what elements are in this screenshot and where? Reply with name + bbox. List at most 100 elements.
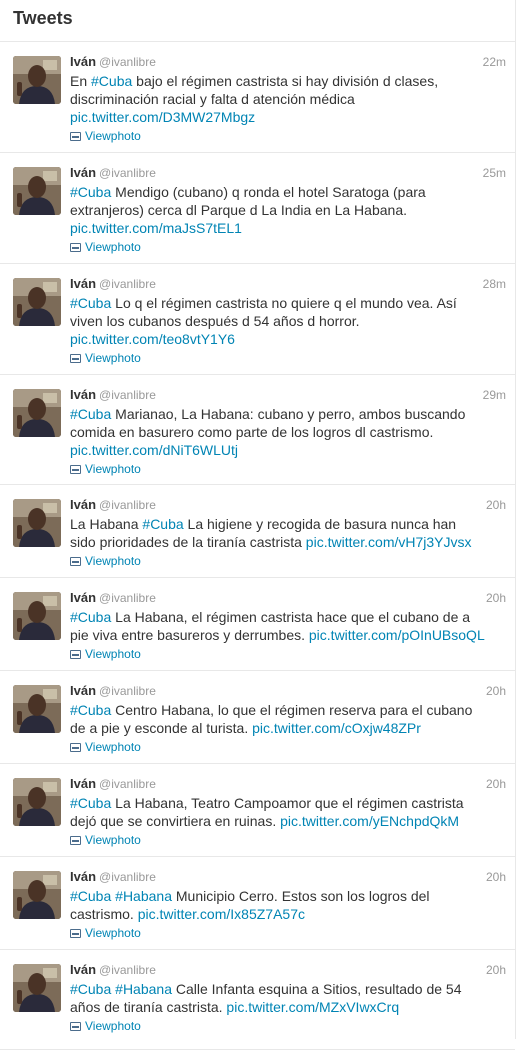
avatar[interactable] xyxy=(13,389,61,437)
view-photo-link[interactable]: Viewphoto xyxy=(70,553,505,569)
hashtag-link[interactable]: #Cuba xyxy=(70,184,111,200)
pic-link[interactable]: pic.twitter.com/vH7j3YJvsx xyxy=(306,534,472,550)
pic-link[interactable]: pic.twitter.com/cOxjw48ZPr xyxy=(252,720,421,736)
tweet-timestamp[interactable]: 22m xyxy=(483,54,506,70)
pic-link[interactable]: pic.twitter.com/dNiT6WLUtj xyxy=(70,442,238,458)
pic-link[interactable]: pic.twitter.com/Ix85Z7A57c xyxy=(138,906,305,922)
avatar[interactable] xyxy=(13,592,61,640)
tweet-timestamp[interactable]: 29m xyxy=(483,387,506,403)
avatar[interactable] xyxy=(13,871,61,919)
hashtag-link[interactable]: #Cuba xyxy=(70,888,111,904)
tweet-text-line: discriminación racial y falta d atención… xyxy=(70,90,505,108)
pic-link[interactable]: pic.twitter.com/teo8vtY1Y6 xyxy=(70,331,235,347)
hashtag-link[interactable]: #Cuba xyxy=(91,73,132,89)
pic-link[interactable]: pic.twitter.com/D3MW27Mbgz xyxy=(70,109,255,125)
avatar[interactable] xyxy=(13,167,61,215)
tweet-text: #Cuba Marianao, La Habana: cubano y perr… xyxy=(70,405,505,459)
author-name[interactable]: Iván xyxy=(70,497,96,512)
pic-link[interactable]: pic.twitter.com/pOInUBsoQL xyxy=(309,627,485,643)
hashtag-link[interactable]: #Cuba xyxy=(70,406,111,422)
tweet-text-segment: extranjeros) cerca dl Parque d La India … xyxy=(70,202,407,218)
tweet-timestamp[interactable]: 20h xyxy=(486,962,506,978)
tweet-text: En #Cuba bajo el régimen castrista si ha… xyxy=(70,72,505,126)
author-handle[interactable]: @ivanlibre xyxy=(99,777,156,791)
tweet-text: #Cuba La Habana, Teatro Campoamor que el… xyxy=(70,794,505,830)
view-photo-link[interactable]: Viewphoto xyxy=(70,1018,505,1034)
tweet-text-line: #Cuba Centro Habana, lo que el régimen r… xyxy=(70,701,505,719)
tweet-text-segment: castrismo. xyxy=(70,906,138,922)
pic-link[interactable]: pic.twitter.com/yENchpdQkM xyxy=(280,813,459,829)
tweet-text-segment: La Habana, el régimen castrista hace que… xyxy=(111,609,471,625)
photo-icon xyxy=(70,1022,81,1031)
hashtag-link[interactable]: #Cuba xyxy=(142,516,183,532)
hashtag-link[interactable]: #Cuba xyxy=(70,609,111,625)
tweet-meta: Iván @ivanlibre xyxy=(70,497,505,513)
tweet-text-line: #Cuba Lo q el régimen castrista no quier… xyxy=(70,294,505,312)
view-photo-link[interactable]: Viewphoto xyxy=(70,350,505,366)
pic-link[interactable]: pic.twitter.com/MZxVIwxCrq xyxy=(226,999,399,1015)
tweet-text-segment: Lo q el régimen castrista no quiere q el… xyxy=(111,295,457,311)
tweet-text-line: pic.twitter.com/dNiT6WLUtj xyxy=(70,441,505,459)
avatar[interactable] xyxy=(13,964,61,1012)
author-handle[interactable]: @ivanlibre xyxy=(99,963,156,977)
author-handle[interactable]: @ivanlibre xyxy=(99,684,156,698)
hashtag-link[interactable]: #Cuba xyxy=(70,295,111,311)
tweet-meta: Iván @ivanlibre xyxy=(70,54,505,70)
avatar[interactable] xyxy=(13,778,61,826)
tweet-text-segment: Marianao, La Habana: cubano y perro, amb… xyxy=(111,406,466,422)
tweet-list: Iván @ivanlibre 22m En #Cuba bajo el régime… xyxy=(0,42,515,1050)
author-name[interactable]: Iván xyxy=(70,276,96,291)
avatar[interactable] xyxy=(13,278,61,326)
tweet-item: Iván @ivanlibre 20h #Cuba La Habana, Teatro… xyxy=(0,764,515,857)
author-handle[interactable]: @ivanlibre xyxy=(99,277,156,291)
view-photo-label: Viewphoto xyxy=(85,647,141,661)
hashtag-link[interactable]: #Habana xyxy=(115,981,172,997)
tweet-timestamp[interactable]: 20h xyxy=(486,683,506,699)
hashtag-link[interactable]: #Cuba xyxy=(70,795,111,811)
tweet-item: Iván @ivanlibre 29m #Cuba Marianao, La Haba… xyxy=(0,375,515,485)
author-name[interactable]: Iván xyxy=(70,683,96,698)
author-name[interactable]: Iván xyxy=(70,387,96,402)
author-handle[interactable]: @ivanlibre xyxy=(99,591,156,605)
view-photo-label: Viewphoto xyxy=(85,833,141,847)
tweet-text-segment: bajo el régimen castrista si hay divisió… xyxy=(132,73,439,89)
author-name[interactable]: Iván xyxy=(70,165,96,180)
author-name[interactable]: Iván xyxy=(70,54,96,69)
author-handle[interactable]: @ivanlibre xyxy=(99,166,156,180)
avatar[interactable] xyxy=(13,685,61,733)
tweet-item: Iván @ivanlibre 20h #Cuba Centro Habana, lo… xyxy=(0,671,515,764)
view-photo-link[interactable]: Viewphoto xyxy=(70,128,505,144)
tweet-item: Iván @ivanlibre 25m #Cuba Mendigo (cubano) … xyxy=(0,153,515,264)
hashtag-link[interactable]: #Cuba xyxy=(70,702,111,718)
view-photo-link[interactable]: Viewphoto xyxy=(70,239,505,255)
author-name[interactable]: Iván xyxy=(70,962,96,977)
author-name[interactable]: Iván xyxy=(70,776,96,791)
photo-icon xyxy=(70,243,81,252)
pic-link[interactable]: pic.twitter.com/maJsS7tEL1 xyxy=(70,220,242,236)
view-photo-link[interactable]: Viewphoto xyxy=(70,739,505,755)
view-photo-link[interactable]: Viewphoto xyxy=(70,925,505,941)
author-handle[interactable]: @ivanlibre xyxy=(99,870,156,884)
tweet-text-line: #Cuba #Habana Calle Infanta esquina a Si… xyxy=(70,980,505,998)
view-photo-link[interactable]: Viewphoto xyxy=(70,461,505,477)
tweet-text-segment: Calle Infanta esquina a Sitios, resultad… xyxy=(171,981,462,997)
view-photo-link[interactable]: Viewphoto xyxy=(70,832,505,848)
avatar[interactable] xyxy=(13,56,61,104)
author-name[interactable]: Iván xyxy=(70,590,96,605)
tweet-timestamp[interactable]: 20h xyxy=(486,869,506,885)
author-handle[interactable]: @ivanlibre xyxy=(99,55,156,69)
view-photo-link[interactable]: Viewphoto xyxy=(70,646,505,662)
tweet-timestamp[interactable]: 28m xyxy=(483,276,506,292)
author-handle[interactable]: @ivanlibre xyxy=(99,498,156,512)
tweet-timestamp[interactable]: 25m xyxy=(483,165,506,181)
hashtag-link[interactable]: #Cuba xyxy=(70,981,111,997)
tweet-timestamp[interactable]: 20h xyxy=(486,497,506,513)
tweet-timestamp[interactable]: 20h xyxy=(486,776,506,792)
tweet-timestamp[interactable]: 20h xyxy=(486,590,506,606)
tweet-text-segment: La Habana, Teatro Campoamor que el régim… xyxy=(111,795,464,811)
avatar[interactable] xyxy=(13,499,61,547)
author-name[interactable]: Iván xyxy=(70,869,96,884)
hashtag-link[interactable]: #Habana xyxy=(115,888,172,904)
tweet-meta: Iván @ivanlibre xyxy=(70,276,505,292)
author-handle[interactable]: @ivanlibre xyxy=(99,388,156,402)
